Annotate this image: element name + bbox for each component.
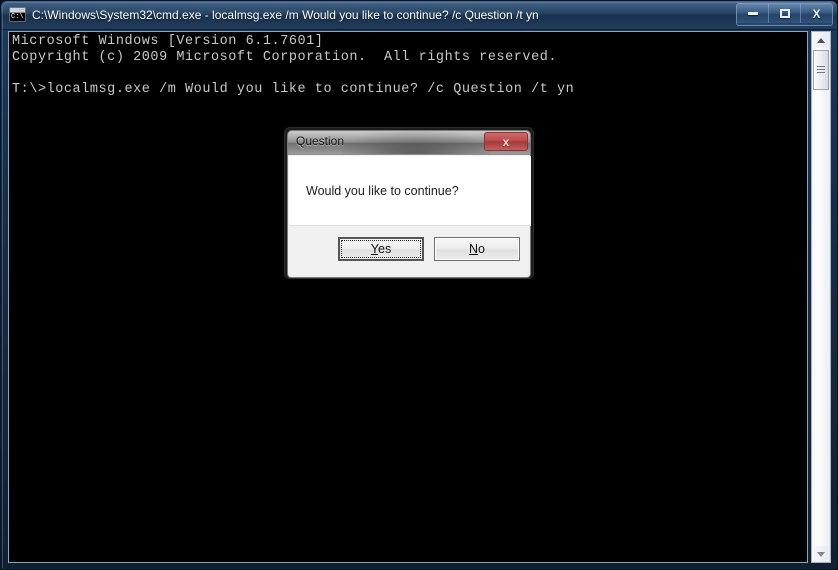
- close-icon: X: [812, 6, 821, 21]
- dialog-title-text: Question: [296, 134, 345, 148]
- scroll-down-arrow-button[interactable]: [812, 546, 830, 562]
- dialog-button-row: Yes No: [288, 228, 530, 276]
- question-dialog: Question x Would you like to continue? Y…: [284, 127, 534, 279]
- yes-button[interactable]: Yes: [338, 237, 424, 261]
- scrollbar-thumb[interactable]: [813, 50, 829, 90]
- window-title-text: C:\Windows\System32\cmd.exe - localmsg.e…: [32, 8, 539, 22]
- icon-prompt-text: C:\: [11, 13, 24, 21]
- dialog-message-text: Would you like to continue?: [306, 184, 459, 198]
- no-rest-chars: o: [478, 242, 485, 256]
- scroll-up-arrow-button[interactable]: [812, 32, 830, 48]
- no-accel-char: N: [469, 242, 479, 256]
- scrollbar-grip-icon: [817, 65, 825, 75]
- dialog-close-button[interactable]: x: [484, 132, 528, 151]
- window-controls: X: [736, 3, 833, 26]
- cmd-window: ··· C:\ C:\Windows\System32\cmd.exe - lo…: [0, 0, 838, 570]
- scroll-down-arrow-icon: [817, 551, 825, 557]
- dialog-message-panel: Would you like to continue?: [289, 156, 531, 226]
- maximize-icon: [779, 9, 790, 18]
- yes-button-label: Yes: [371, 242, 391, 256]
- minimize-button[interactable]: [737, 4, 769, 23]
- maximize-button[interactable]: [769, 4, 801, 23]
- no-button[interactable]: No: [434, 237, 520, 261]
- no-button-label: No: [469, 242, 485, 256]
- cmd-console-icon[interactable]: ··· C:\: [9, 7, 26, 22]
- dialog-close-icon: x: [502, 134, 510, 149]
- scroll-up-arrow-icon: [817, 37, 825, 43]
- console-text: Microsoft Windows [Version 6.1.7601] Cop…: [12, 34, 575, 97]
- dialog-title-bar[interactable]: Question x: [287, 130, 531, 154]
- yes-accel-char: Y: [370, 242, 378, 256]
- minimize-icon: [747, 12, 758, 15]
- console-output-area[interactable]: Microsoft Windows [Version 6.1.7601] Cop…: [8, 31, 808, 563]
- dialog-body: Would you like to continue? Yes No: [287, 154, 531, 278]
- icon-dots: ···: [19, 7, 24, 13]
- close-button[interactable]: X: [801, 4, 832, 23]
- yes-rest-chars: es: [378, 242, 392, 256]
- window-title-bar[interactable]: ··· C:\ C:\Windows\System32\cmd.exe - lo…: [1, 1, 837, 30]
- vertical-scrollbar[interactable]: [811, 31, 831, 563]
